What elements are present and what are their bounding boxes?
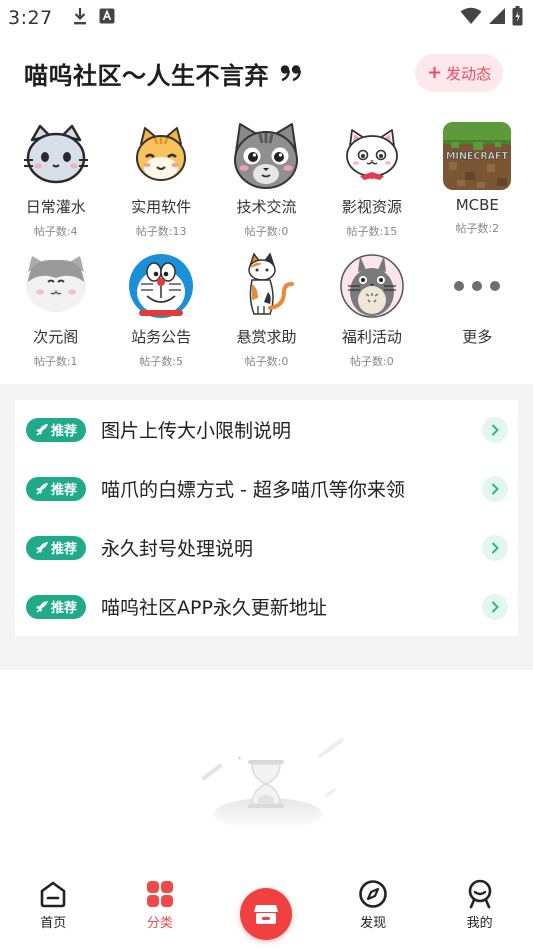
notice-card: 推荐 图片上传大小限制说明 推荐 喵爪的白嫖方式 - 超多喵爪等你来领 推荐 永…	[15, 400, 518, 636]
bottom-nav: 首页 分类 发现 我的	[0, 862, 533, 949]
notice-title: 图片上传大小限制说明	[101, 420, 292, 442]
doraemon-icon	[127, 252, 195, 320]
category-count: 帖子数:2	[455, 222, 500, 235]
battery-icon	[512, 6, 523, 30]
notice-row[interactable]: 推荐 喵爪的白嫖方式 - 超多喵爪等你来领	[15, 459, 518, 518]
recommend-badge-label: 推荐	[50, 542, 77, 557]
notice-row[interactable]: 推荐 喵呜社区APP永久更新地址	[15, 577, 518, 636]
category-item[interactable]: 悬赏求助 帖子数:0	[214, 252, 319, 374]
category-count: 帖子数:13	[135, 225, 187, 238]
notice-row[interactable]: 推荐 图片上传大小限制说明	[15, 400, 518, 459]
totoro-icon	[338, 252, 406, 320]
category-name: 次元阁	[33, 328, 79, 346]
category-count: 帖子数:15	[346, 225, 398, 238]
recommend-badge: 推荐	[26, 535, 86, 560]
category-count: 帖子数:0	[244, 355, 289, 368]
status-bar: 3:27	[0, 0, 533, 36]
grid-icon	[146, 881, 173, 907]
compass-icon	[359, 880, 387, 908]
white-cat-icon	[338, 122, 406, 190]
category-name: 技术交流	[236, 198, 297, 216]
rocket-icon	[35, 600, 48, 613]
category-name: 更多	[462, 328, 493, 346]
gray-cat-icon	[22, 122, 90, 190]
chevron-right-icon	[482, 593, 508, 620]
hourglass-icon	[190, 736, 350, 836]
minecraft-icon: MINECRAFT	[443, 122, 512, 190]
post-button[interactable]: + 发动态	[415, 54, 503, 92]
calico-cat-icon	[232, 252, 300, 320]
category-name: MCBE	[455, 196, 499, 214]
nav-home[interactable]: 首页	[0, 862, 107, 931]
category-grid: 日常灌水 帖子数:4 实用软件 帖子数:13 技术交流 帖子数:0 影视资源 帖…	[0, 122, 533, 374]
rocket-icon	[35, 482, 48, 495]
post-button-label: 发动态	[446, 64, 492, 83]
category-item[interactable]: 日常灌水 帖子数:4	[3, 122, 108, 244]
category-count: 帖子数:0	[350, 355, 394, 368]
wifi-icon	[460, 7, 482, 29]
minecraft-logo-text: MINECRAFT	[446, 151, 509, 162]
category-name: 悬赏求助	[236, 328, 297, 346]
chevron-right-icon	[482, 534, 508, 561]
fluffy-cat-icon	[22, 252, 90, 320]
recommend-badge-label: 推荐	[50, 483, 77, 498]
nav-center[interactable]	[213, 862, 320, 940]
recommend-badge-label: 推荐	[50, 601, 77, 616]
rocket-icon	[35, 541, 48, 554]
recommend-badge-label: 推荐	[50, 424, 77, 439]
nav-mine[interactable]: 我的	[426, 862, 533, 931]
rocket-icon	[35, 423, 48, 436]
notice-title: 永久封号处理说明	[101, 538, 254, 560]
category-count: 帖子数:0	[244, 225, 289, 238]
category-count: 帖子数:1	[33, 355, 78, 368]
recommend-badge: 推荐	[26, 594, 86, 619]
notice-row[interactable]: 推荐 永久封号处理说明	[15, 518, 518, 577]
category-item[interactable]: 实用软件 帖子数:13	[108, 122, 213, 244]
plus-icon: +	[426, 62, 443, 83]
category-item[interactable]: 技术交流 帖子数:0	[214, 122, 319, 244]
chevron-right-icon	[482, 416, 508, 443]
category-item-more[interactable]: 更多	[425, 252, 530, 374]
nav-categories-label: 分类	[146, 916, 173, 931]
header: 喵呜社区～人生不言弃 + 发动态	[0, 50, 533, 96]
status-time: 3:27	[8, 7, 53, 29]
home-icon	[40, 881, 66, 908]
category-item[interactable]: 影视资源 帖子数:15	[319, 122, 424, 244]
profile-icon	[468, 879, 491, 909]
signal-icon	[488, 7, 506, 29]
nav-discover-label: 发现	[360, 916, 387, 931]
category-name: 站务公告	[131, 328, 192, 346]
category-name: 影视资源	[341, 198, 402, 216]
category-item[interactable]: 次元阁 帖子数:1	[3, 252, 108, 374]
category-count: 帖子数:5	[139, 355, 183, 368]
recommend-badge: 推荐	[26, 417, 86, 442]
nav-mine-label: 我的	[466, 916, 493, 931]
store-icon	[254, 905, 279, 924]
nav-discover[interactable]: 发现	[320, 862, 427, 931]
category-item[interactable]: 站务公告 帖子数:5	[108, 252, 213, 374]
download-icon	[73, 7, 87, 29]
nav-categories[interactable]: 分类	[107, 862, 214, 931]
quote-icon	[279, 64, 303, 82]
nav-home-label: 首页	[40, 916, 67, 931]
category-count: 帖子数:4	[33, 225, 78, 238]
page-title: 喵呜社区～人生不言弃	[24, 61, 269, 90]
category-name: 日常灌水	[25, 198, 86, 216]
tabby-cat-icon	[232, 122, 300, 190]
category-item[interactable]: MINECRAFT MCBE 帖子数:2	[425, 122, 530, 244]
notice-title: 喵爪的白嫖方式 - 超多喵爪等你来领	[101, 479, 405, 501]
category-name: 实用软件	[131, 198, 192, 216]
store-button[interactable]	[240, 888, 293, 940]
recommend-badge: 推荐	[26, 476, 86, 501]
category-item[interactable]: 福利活动 帖子数:0	[319, 252, 424, 374]
more-dots-icon	[443, 252, 511, 320]
app-a-icon	[99, 8, 115, 28]
notice-title: 喵呜社区APP永久更新地址	[101, 597, 327, 619]
orange-cat-icon	[127, 122, 195, 190]
category-name: 福利活动	[341, 328, 402, 346]
chevron-right-icon	[482, 475, 508, 502]
